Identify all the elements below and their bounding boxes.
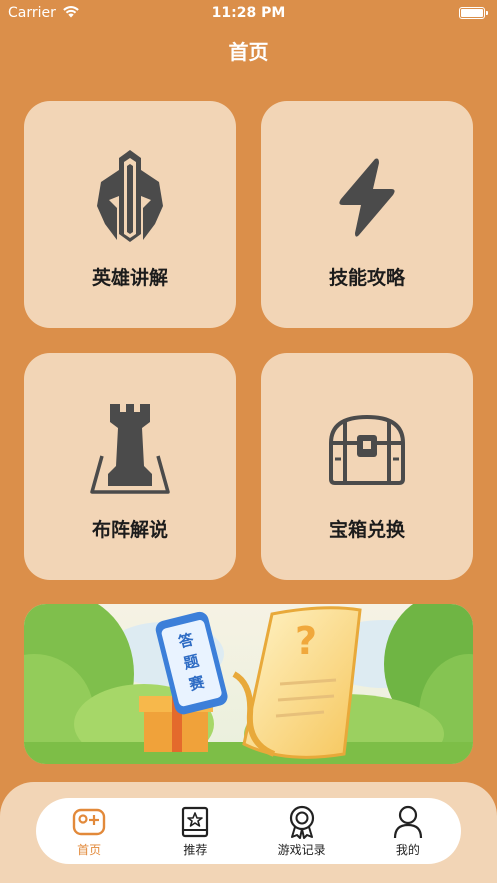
hero-guide-card[interactable]: 英雄讲解 — [24, 101, 236, 328]
treasure-redeem-card[interactable]: 宝箱兑换 — [261, 353, 473, 580]
tab-recommend-label: 推荐 — [183, 842, 208, 857]
tab-profile[interactable]: 我的 — [368, 805, 448, 858]
tab-home[interactable]: 首页 — [49, 805, 129, 858]
tab-bar: 首页 推荐 游戏记录 我的 — [36, 798, 461, 864]
skill-strategy-card[interactable]: 技能攻略 — [261, 101, 473, 328]
lightning-icon — [325, 147, 409, 247]
tab-game-history-label: 游戏记录 — [277, 842, 326, 857]
page-title: 首页 — [228, 40, 269, 64]
tab-recommend[interactable]: 推荐 — [155, 805, 235, 858]
skill-strategy-label: 技能攻略 — [328, 267, 405, 289]
treasure-redeem-label: 宝箱兑换 — [328, 519, 405, 541]
formation-guide-label: 布阵解说 — [91, 519, 168, 541]
chess-rook-icon — [88, 399, 172, 499]
award-badge-icon — [285, 805, 319, 839]
tab-profile-label: 我的 — [395, 842, 420, 857]
tab-game-history[interactable]: 游戏记录 — [262, 805, 342, 858]
star-book-icon — [178, 805, 212, 839]
quiz-banner[interactable]: 答 题 赛 ? — [24, 604, 473, 764]
helmet-icon — [88, 147, 172, 247]
hero-guide-label: 英雄讲解 — [91, 267, 168, 289]
formation-guide-card[interactable]: 布阵解说 — [24, 353, 236, 580]
scroll-question-mark: ? — [295, 619, 317, 663]
feature-grid: 英雄讲解 技能攻略 布阵解说 宝箱兑换 — [24, 101, 473, 580]
quiz-banner-illustration: 答 题 赛 ? — [24, 604, 473, 764]
person-icon — [391, 805, 425, 839]
gamepad-icon — [72, 805, 106, 839]
tab-home-label: 首页 — [77, 842, 102, 857]
treasure-chest-icon — [325, 399, 409, 499]
status-time: 11:28 PM — [211, 5, 286, 21]
